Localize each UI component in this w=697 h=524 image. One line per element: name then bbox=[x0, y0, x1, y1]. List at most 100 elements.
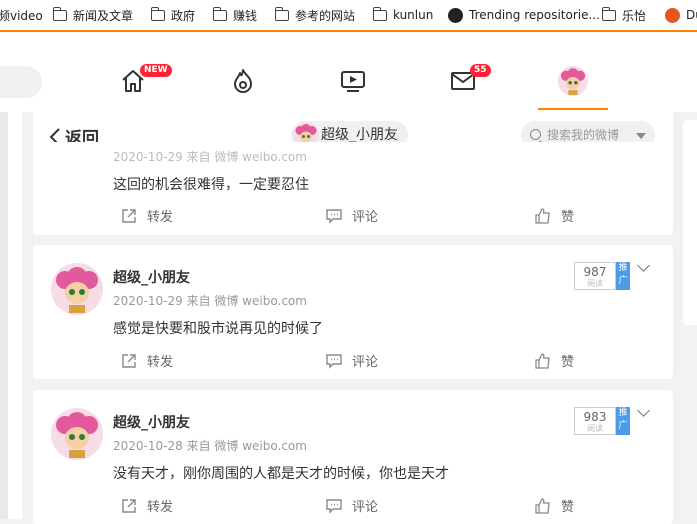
post-actions: 转发 评论 赞 bbox=[33, 206, 673, 226]
bookmark-news[interactable]: 新闻及文章 bbox=[52, 0, 134, 30]
new-badge: NEW bbox=[140, 64, 172, 77]
bookmark-label: 政府 bbox=[171, 8, 196, 23]
post-source-prefix: 来自 bbox=[186, 294, 211, 308]
post-source[interactable]: 微博 weibo.com bbox=[214, 294, 307, 308]
bookmarks-bar: 视频video 新闻及文章 政府 赚钱 参考的网站 kunlun Trendin… bbox=[0, 0, 697, 32]
active-tab-indicator bbox=[538, 108, 608, 110]
share-icon bbox=[122, 498, 136, 513]
left-gutter bbox=[0, 112, 22, 519]
comment-button[interactable]: 评论 bbox=[326, 351, 378, 370]
post-text: 感觉是快要和股市说再见的时候了 bbox=[113, 321, 323, 337]
bookmark-label: 参考的网站 bbox=[295, 8, 356, 23]
nav-messages[interactable]: 55 bbox=[448, 64, 491, 96]
read-count-value: 983 bbox=[583, 410, 607, 424]
flame-icon bbox=[234, 69, 252, 93]
bookmark-trending[interactable]: Trending repositorie... bbox=[448, 0, 600, 30]
read-count-label: 阅读 bbox=[587, 279, 603, 288]
right-sidebar-panel bbox=[683, 120, 697, 325]
comment-label: 评论 bbox=[352, 355, 379, 370]
like-label: 赞 bbox=[561, 355, 575, 370]
bookmark-money[interactable]: 赚钱 bbox=[212, 0, 258, 30]
video-icon bbox=[341, 71, 365, 92]
folder-icon bbox=[150, 6, 165, 21]
comment-icon bbox=[326, 208, 342, 224]
top-nav: NEW 55 bbox=[0, 32, 697, 112]
like-button[interactable]: 赞 bbox=[535, 496, 574, 515]
post-username[interactable]: 超级_小朋友 bbox=[113, 412, 190, 432]
avatar[interactable] bbox=[51, 263, 103, 315]
comment-icon bbox=[326, 498, 342, 514]
like-label: 赞 bbox=[561, 500, 575, 515]
thumbs-up-icon bbox=[535, 207, 550, 224]
nav-profile[interactable] bbox=[558, 66, 588, 96]
post-date[interactable]: 2020-10-28 bbox=[113, 439, 183, 453]
repost-label: 转发 bbox=[147, 210, 174, 225]
like-button[interactable]: 赞 bbox=[535, 206, 574, 225]
promote-button[interactable]: 推广 bbox=[616, 407, 630, 435]
bookmark-label: Du bbox=[686, 8, 697, 22]
folder-icon bbox=[601, 6, 616, 21]
post-source-prefix: 来自 bbox=[186, 439, 211, 453]
read-count: 983 阅读 bbox=[574, 407, 616, 435]
chevron-down-icon[interactable] bbox=[637, 404, 650, 417]
nav-home[interactable]: NEW bbox=[118, 64, 172, 96]
read-count-value: 987 bbox=[583, 265, 607, 279]
bookmark-government[interactable]: 政府 bbox=[150, 0, 196, 30]
post-meta: 2020-10-29 来自 微博 weibo.com bbox=[113, 292, 307, 309]
repost-button[interactable]: 转发 bbox=[121, 496, 173, 515]
folder-icon bbox=[372, 6, 387, 21]
bookmark-label: 新闻及文章 bbox=[73, 8, 134, 23]
bookmark-reference-sites[interactable]: 参考的网站 bbox=[274, 0, 356, 30]
share-icon bbox=[122, 208, 136, 223]
post-meta: 2020-10-28 来自 微博 weibo.com bbox=[113, 437, 307, 454]
like-button[interactable]: 赞 bbox=[535, 351, 574, 370]
post-source[interactable]: 微博 weibo.com bbox=[214, 439, 307, 453]
avatar bbox=[558, 66, 588, 96]
comment-button[interactable]: 评论 bbox=[326, 206, 378, 225]
comment-label: 评论 bbox=[352, 500, 379, 515]
bookmark-label: kunlun bbox=[393, 8, 434, 22]
post-card: 超级_小朋友 2020-10-29 来自 微博 weibo.com 感觉是快要和… bbox=[33, 245, 673, 379]
repost-button[interactable]: 转发 bbox=[121, 351, 173, 370]
bookmark-du[interactable]: Du bbox=[665, 0, 697, 30]
thumbs-up-icon bbox=[535, 497, 550, 514]
read-count: 987 阅读 bbox=[574, 262, 616, 290]
post-card: 超级_小朋友 2020-10-28 来自 微博 weibo.com 没有天才，刚… bbox=[33, 390, 673, 524]
folder-icon bbox=[212, 6, 227, 21]
bookmark-label: 赚钱 bbox=[233, 8, 258, 23]
repost-label: 转发 bbox=[147, 355, 174, 370]
repost-label: 转发 bbox=[147, 500, 174, 515]
comment-button[interactable]: 评论 bbox=[326, 496, 378, 515]
post-text: 这回的机会很难得，一定要忍住 bbox=[113, 177, 309, 193]
du-icon bbox=[665, 7, 680, 23]
promote-button[interactable]: 推广 bbox=[616, 262, 630, 290]
post-card: 2020-10-29 来自 微博 weibo.com 这回的机会很难得，一定要忍… bbox=[33, 142, 673, 235]
chevron-down-icon[interactable] bbox=[636, 133, 646, 139]
bookmark-leyi[interactable]: 乐怡 bbox=[601, 0, 647, 30]
share-icon bbox=[122, 353, 136, 368]
post-username[interactable]: 超级_小朋友 bbox=[113, 267, 190, 287]
post-date[interactable]: 2020-10-29 bbox=[113, 294, 183, 308]
global-search-input[interactable] bbox=[0, 66, 42, 98]
post-actions: 转发 评论 赞 bbox=[33, 496, 673, 516]
repost-button[interactable]: 转发 bbox=[121, 206, 173, 225]
post-text: 没有天才，刚你周围的人都是天才的时候，你也是天才 bbox=[113, 466, 449, 482]
messages-count-badge: 55 bbox=[470, 64, 491, 77]
folder-icon bbox=[52, 6, 67, 21]
bookmark-kunlun[interactable]: kunlun bbox=[372, 0, 434, 30]
user-chip-name: 超级_小朋友 bbox=[321, 127, 398, 143]
bookmark-video[interactable]: 视频video bbox=[0, 0, 43, 30]
read-count-label: 阅读 bbox=[587, 424, 603, 433]
thumbs-up-icon bbox=[535, 352, 550, 369]
nav-hot[interactable] bbox=[228, 66, 258, 96]
nav-video[interactable] bbox=[338, 66, 368, 96]
avatar[interactable] bbox=[51, 408, 103, 460]
bookmark-label: 乐怡 bbox=[622, 8, 647, 23]
post-meta: 2020-10-29 来自 微博 weibo.com bbox=[113, 150, 307, 164]
chevron-down-icon[interactable] bbox=[637, 259, 650, 272]
search-placeholder: 搜索我的微博 bbox=[547, 128, 620, 142]
comment-label: 评论 bbox=[352, 210, 379, 225]
bookmark-label: 视频video bbox=[0, 8, 43, 23]
github-icon bbox=[448, 7, 463, 23]
post-actions: 转发 评论 赞 bbox=[33, 351, 673, 371]
